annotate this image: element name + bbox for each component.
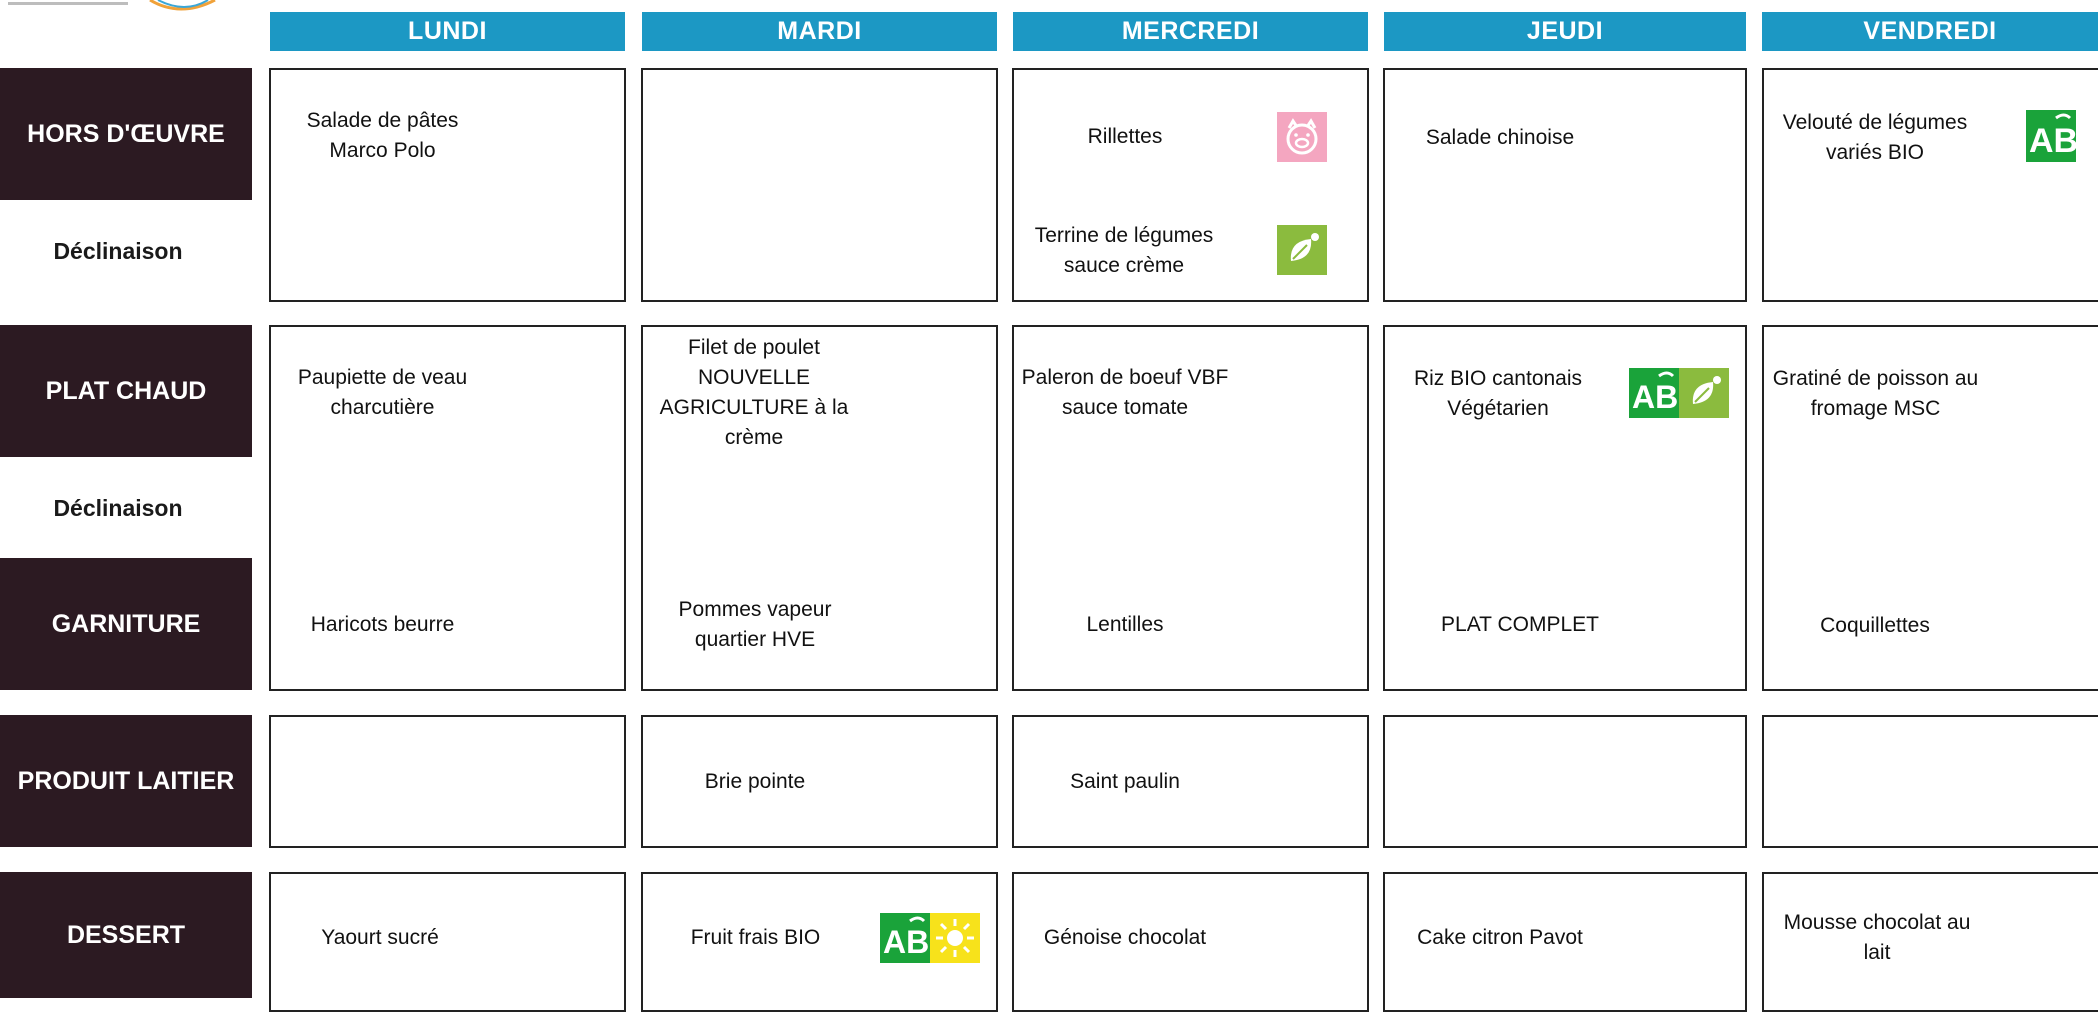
row-label-declinaison-hors-doeuvre: Déclinaison: [53, 237, 183, 264]
row-label-produit-laitier: PRODUIT LAITIER: [0, 715, 252, 847]
dish-hors-doeuvre-lundi: Salade de pâtes Marco Polo: [306, 109, 459, 162]
pork-badge: [1277, 112, 1327, 162]
vegetarian-badge: [1277, 225, 1327, 275]
ab-organic-icon: AB: [880, 913, 930, 963]
cell-produit-laitier-lundi: [269, 715, 626, 848]
dish-plat-chaud-jeudi: Riz BIO cantonais Végétarien: [1413, 367, 1583, 420]
cell-hors-doeuvre-jeudi: [1383, 68, 1747, 302]
dish-hors-doeuvre-jeudi: Salade chinoise: [1425, 126, 1575, 149]
day-header-mercredi: MERCREDI: [1013, 12, 1368, 51]
logo: [0, 0, 230, 16]
dish-garniture-mardi: Pommes vapeur quartier HVE: [678, 598, 832, 651]
sun-icon: [930, 913, 980, 963]
dish-dessert-lundi: Yaourt sucré: [321, 926, 439, 949]
svg-text:AB: AB: [1632, 379, 1678, 415]
cell-hors-doeuvre-lundi: [269, 68, 626, 302]
dish-plat-chaud-vendredi: Gratiné de poisson au fromage MSC: [1772, 367, 1979, 420]
dish-plat-chaud-mardi: Filet de poulet NOUVELLE AGRICULTURE à la…: [659, 336, 849, 449]
dish-plat-chaud-lundi: Paupiette de veau charcutière: [297, 366, 468, 419]
ab-seasonal-badge: AB: [880, 913, 980, 963]
ab-badge: AB: [2026, 110, 2076, 162]
ab-vegetarian-badge: AB: [1629, 368, 1729, 418]
row-label-hors-doeuvre: HORS D'ŒUVRE: [0, 68, 252, 200]
row-label-garniture: GARNITURE: [0, 558, 252, 690]
dish-hors-doeuvre-vendredi: Velouté de légumes variés BIO: [1782, 111, 1968, 164]
cell-hors-doeuvre-mardi: [641, 68, 998, 302]
dish-dessert-mardi: Fruit frais BIO: [690, 926, 821, 949]
dish-garniture-lundi: Haricots beurre: [310, 613, 455, 636]
cell-produit-laitier-jeudi: [1383, 715, 1747, 848]
cell-hors-doeuvre-vendredi: [1762, 68, 2098, 302]
day-header-vendredi: VENDREDI: [1762, 12, 2098, 51]
dish-plat-chaud-mercredi: Paleron de boeuf VBF sauce tomate: [1021, 366, 1229, 419]
dish-hors-doeuvre-mercredi: Rillettes: [1087, 125, 1163, 148]
row-label-declinaison-plat-chaud: Déclinaison: [53, 494, 183, 521]
dish-hors-doeuvre-declinaison-mercredi: Terrine de légumes sauce crème: [1034, 224, 1214, 277]
day-header-mardi: MARDI: [642, 12, 997, 51]
leaf-icon: [1277, 225, 1327, 275]
dish-garniture-jeudi: PLAT COMPLET: [1441, 613, 1599, 636]
pig-icon: [1277, 112, 1327, 162]
dish-garniture-mercredi: Lentilles: [1086, 613, 1164, 636]
day-header-jeudi: JEUDI: [1384, 12, 1746, 51]
dish-dessert-jeudi: Cake citron Pavot: [1417, 926, 1583, 949]
dish-dessert-vendredi: Mousse chocolat au lait: [1783, 911, 1971, 964]
dish-produit-laitier-mardi: Brie pointe: [704, 770, 806, 793]
svg-text:AB: AB: [2029, 122, 2076, 160]
row-label-dessert: DESSERT: [0, 872, 252, 998]
dish-dessert-mercredi: Génoise chocolat: [1043, 926, 1207, 949]
cell-produit-laitier-vendredi: [1762, 715, 2098, 848]
ab-organic-icon: AB: [1629, 368, 1679, 418]
leaf-icon: [1679, 368, 1729, 418]
dish-produit-laitier-mercredi: Saint paulin: [1070, 770, 1180, 793]
row-label-plat-chaud: PLAT CHAUD: [0, 325, 252, 457]
ab-organic-icon: AB: [2026, 110, 2076, 162]
svg-text:AB: AB: [883, 924, 929, 960]
day-header-lundi: LUNDI: [270, 12, 625, 51]
dish-garniture-vendredi: Coquillettes: [1820, 614, 1930, 637]
